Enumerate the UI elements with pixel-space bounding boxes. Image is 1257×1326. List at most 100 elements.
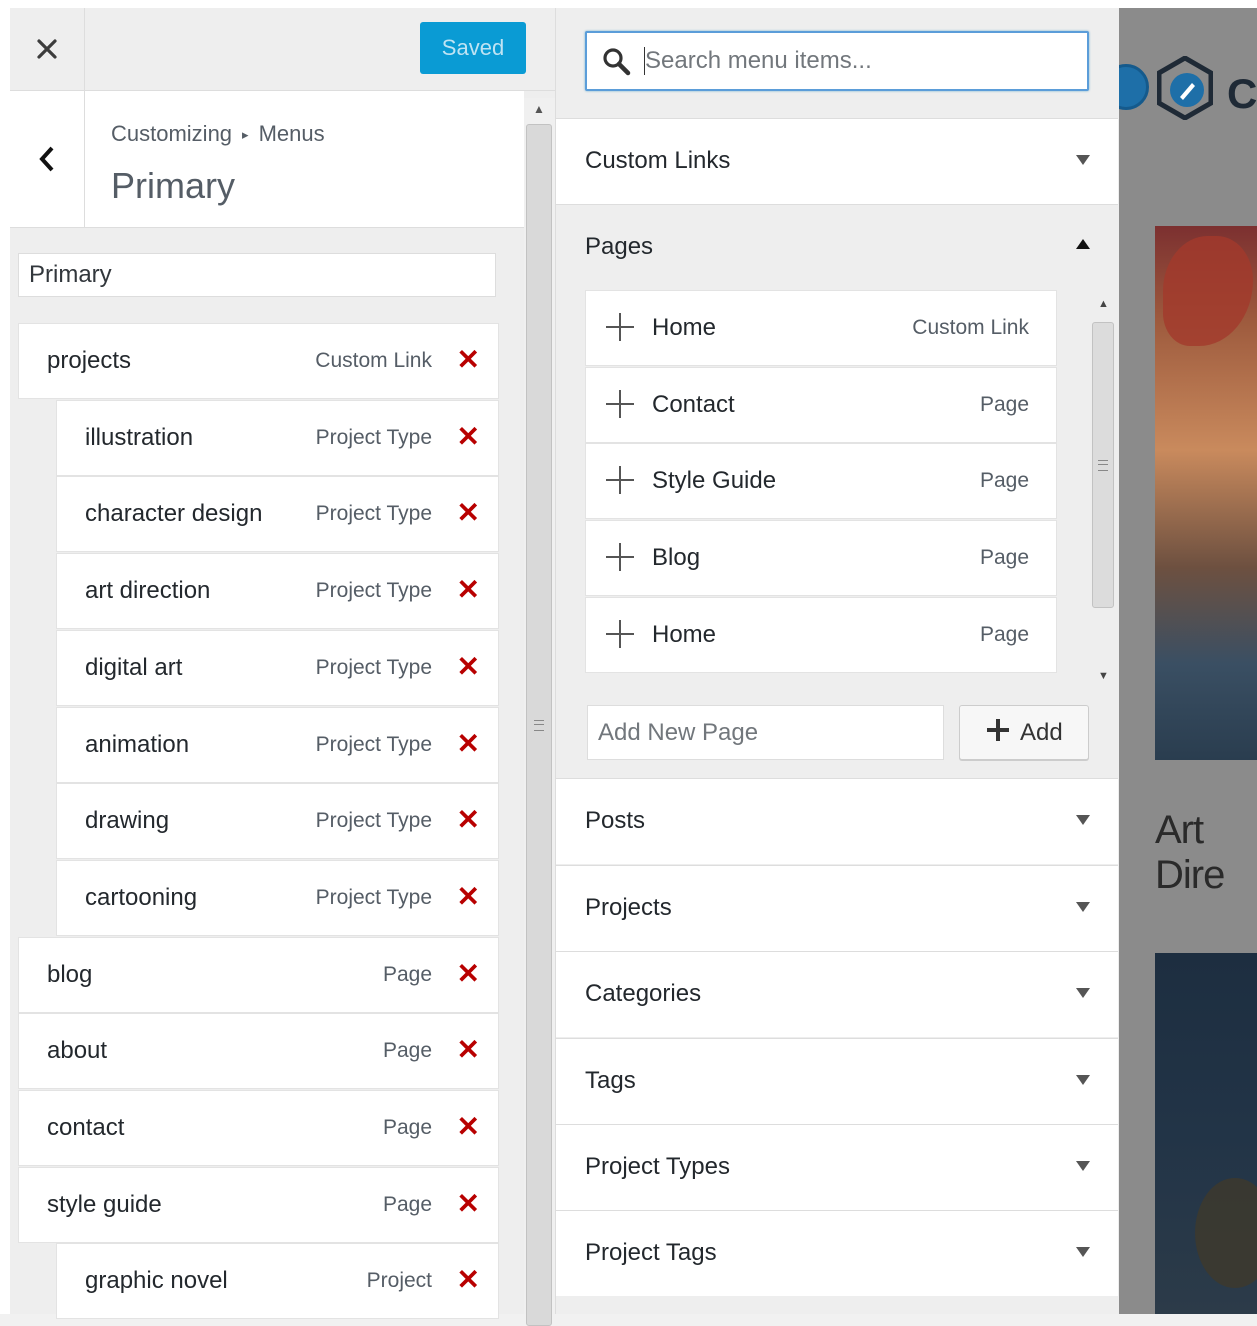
remove-item-icon[interactable]: ✕ xyxy=(457,1244,480,1316)
add-page-button[interactable]: Add xyxy=(959,705,1089,760)
scroll-down-arrow-icon[interactable]: ▼ xyxy=(1098,670,1109,682)
edit-shortcut-icon[interactable] xyxy=(1119,64,1149,110)
available-page-item[interactable]: Blog Page xyxy=(585,520,1057,596)
section-posts[interactable]: Posts xyxy=(556,778,1118,864)
breadcrumb: Customizing ▸ Menus xyxy=(111,121,325,147)
menu-item[interactable]: art direction Project Type ✕ xyxy=(56,553,499,629)
page-item-label: Home xyxy=(652,621,717,648)
menu-item-type: Project Type xyxy=(315,502,432,525)
plus-icon[interactable] xyxy=(606,620,634,648)
available-page-item[interactable]: Style Guide Page xyxy=(585,443,1057,519)
menu-item[interactable]: projects Custom Link ✕ xyxy=(18,323,499,399)
breadcrumb-section: Menus xyxy=(258,121,325,146)
section-project-tags[interactable]: Project Tags xyxy=(556,1210,1118,1296)
chevron-down-icon[interactable] xyxy=(1076,155,1090,165)
menu-item[interactable]: animation Project Type ✕ xyxy=(56,707,499,783)
remove-item-icon[interactable]: ✕ xyxy=(457,1091,480,1163)
menu-item[interactable]: style guide Page ✕ xyxy=(18,1167,499,1243)
menu-item[interactable]: character design Project Type ✕ xyxy=(56,476,499,552)
pages-scrollbar-thumb[interactable] xyxy=(1092,322,1114,608)
plus-icon xyxy=(987,719,1009,741)
section-projects[interactable]: Projects xyxy=(556,865,1118,951)
menu-item-type: Project Type xyxy=(315,733,432,756)
available-page-item[interactable]: Home Page xyxy=(585,597,1057,673)
article-title[interactable]: Art Dire xyxy=(1155,808,1257,898)
menu-item-type: Page xyxy=(382,1116,432,1139)
page-item-label: Home xyxy=(652,314,717,341)
panel-scrollbar[interactable]: ▲ xyxy=(524,98,555,1326)
menu-item[interactable]: digital art Project Type ✕ xyxy=(56,630,499,706)
second-artwork-image[interactable] xyxy=(1155,953,1257,1314)
plus-icon[interactable] xyxy=(606,313,634,341)
remove-item-icon[interactable]: ✕ xyxy=(457,708,480,780)
menu-item-type: Project Type xyxy=(315,886,432,909)
saved-button[interactable]: Saved xyxy=(420,22,526,74)
chevron-up-icon[interactable] xyxy=(1076,239,1090,249)
chevron-down-icon[interactable] xyxy=(1076,1075,1090,1085)
menu-item-label: about xyxy=(47,1037,108,1064)
add-page-button-label: Add xyxy=(1020,719,1063,746)
section-pages[interactable]: Pages xyxy=(556,204,1118,290)
remove-item-icon[interactable]: ✕ xyxy=(457,554,480,626)
search-input[interactable]: Search menu items... xyxy=(585,31,1089,91)
add-new-page-input[interactable]: Add New Page xyxy=(587,705,944,760)
section-categories[interactable]: Categories xyxy=(556,951,1118,1037)
chevron-down-icon[interactable] xyxy=(1076,1161,1090,1171)
menu-item[interactable]: about Page ✕ xyxy=(18,1013,499,1089)
back-button[interactable] xyxy=(10,91,85,227)
menu-item-type: Page xyxy=(382,963,432,986)
plus-icon[interactable] xyxy=(606,390,634,418)
menu-item[interactable]: cartooning Project Type ✕ xyxy=(56,860,499,936)
scrollbar-thumb[interactable] xyxy=(526,124,552,1326)
remove-item-icon[interactable]: ✕ xyxy=(457,401,480,473)
page-item-type: Page xyxy=(979,546,1029,569)
available-page-item[interactable]: Home Custom Link xyxy=(585,290,1057,366)
remove-item-icon[interactable]: ✕ xyxy=(457,1014,480,1086)
remove-item-icon[interactable]: ✕ xyxy=(457,324,480,396)
customizer-panel: Saved Customizing ▸ Menus Primary ▲ Primar… xyxy=(10,8,555,1326)
remove-item-icon[interactable]: ✕ xyxy=(457,938,480,1010)
menu-item-label: contact xyxy=(47,1114,125,1141)
menu-item[interactable]: illustration Project Type ✕ xyxy=(56,400,499,476)
scroll-up-arrow-icon[interactable]: ▲ xyxy=(1098,298,1109,310)
remove-item-icon[interactable]: ✕ xyxy=(457,1168,480,1240)
plus-icon[interactable] xyxy=(606,543,634,571)
chevron-down-icon[interactable] xyxy=(1076,902,1090,912)
chevron-down-icon[interactable] xyxy=(1076,1247,1090,1257)
remove-item-icon[interactable]: ✕ xyxy=(457,631,480,703)
section-tags[interactable]: Tags xyxy=(556,1038,1118,1124)
menu-name-field[interactable]: Primary xyxy=(18,253,496,297)
menu-item-label: cartooning xyxy=(85,884,198,911)
menu-item-label: drawing xyxy=(85,807,170,834)
menu-item[interactable]: drawing Project Type ✕ xyxy=(56,783,499,859)
featured-artwork-image[interactable] xyxy=(1155,226,1257,760)
chevron-down-icon[interactable] xyxy=(1076,988,1090,998)
menu-item[interactable]: blog Page ✕ xyxy=(18,937,499,1013)
remove-item-icon[interactable]: ✕ xyxy=(457,784,480,856)
menu-item-label: graphic novel xyxy=(85,1267,228,1294)
available-items-panel: Search menu items... Custom Links Pages Po… xyxy=(555,8,1120,1314)
section-info: Customizing ▸ Menus Primary xyxy=(10,91,524,228)
scroll-up-arrow-icon[interactable]: ▲ xyxy=(533,102,545,116)
menu-item-type: Custom Link xyxy=(315,349,432,372)
plus-icon[interactable] xyxy=(606,466,634,494)
section-custom-links[interactable]: Custom Links xyxy=(556,118,1118,204)
chevron-down-icon[interactable] xyxy=(1076,815,1090,825)
section-project-types[interactable]: Project Types xyxy=(556,1124,1118,1210)
close-button[interactable] xyxy=(10,8,85,90)
search-icon xyxy=(603,48,631,76)
menu-item-type: Page xyxy=(382,1193,432,1216)
menu-item[interactable]: graphic novel Project ✕ xyxy=(56,1243,499,1319)
remove-item-icon[interactable]: ✕ xyxy=(457,477,480,549)
available-page-item[interactable]: Contact Page xyxy=(585,367,1057,443)
remove-item-icon[interactable]: ✕ xyxy=(457,861,480,933)
site-preview: Cl Art Dire xyxy=(1119,8,1257,1314)
artwork-detail xyxy=(1195,1178,1257,1288)
menu-item-type: Page xyxy=(382,1039,432,1062)
search-placeholder: Search menu items... xyxy=(645,47,872,74)
menu-item-label: blog xyxy=(47,961,93,988)
page-item-type: Page xyxy=(979,393,1029,416)
menu-item-type: Project Type xyxy=(315,426,432,449)
menu-item[interactable]: contact Page ✕ xyxy=(18,1090,499,1166)
pages-scrollbar[interactable]: ▲ ▼ xyxy=(1091,298,1115,688)
